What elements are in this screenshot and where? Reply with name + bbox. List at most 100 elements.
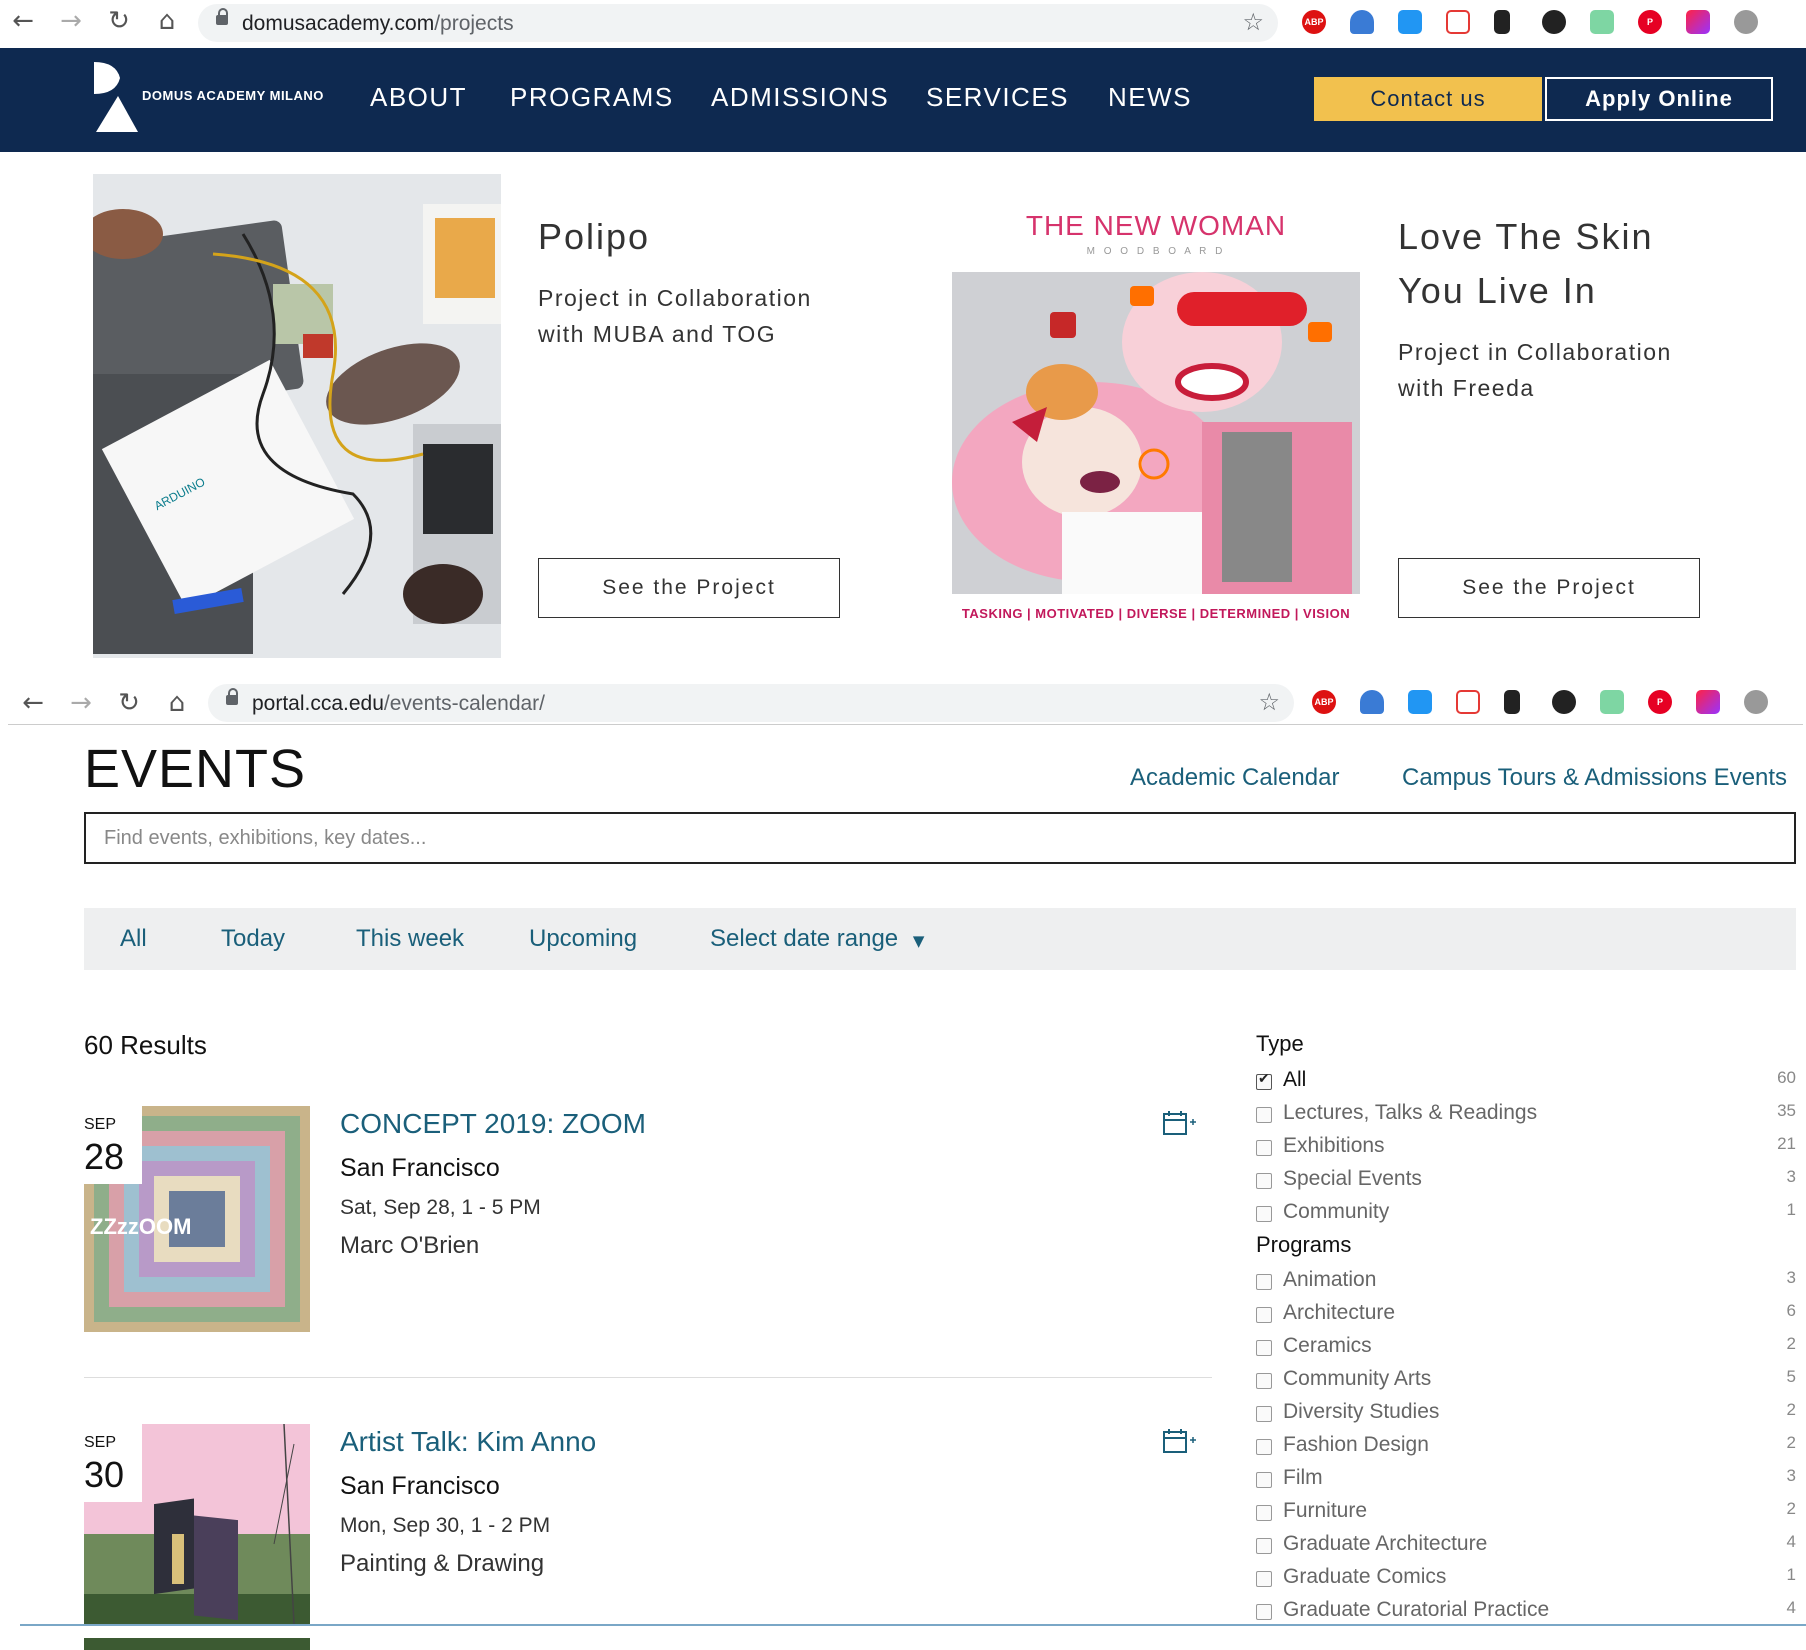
project-title-polipo: Polipo — [538, 216, 651, 257]
type-count: 35 — [1777, 1101, 1796, 1120]
gradient-app-icon[interactable] — [1686, 10, 1710, 34]
bookmark-star-icon[interactable]: ☆ — [1242, 8, 1264, 36]
program-filter[interactable]: Diversity Studies 2 — [1256, 1400, 1796, 1430]
audio-icon[interactable] — [1590, 10, 1614, 34]
event-title[interactable]: CONCEPT 2019: ZOOM — [340, 1108, 646, 1140]
window-icon[interactable] — [1408, 690, 1432, 714]
filter-upcoming[interactable]: Upcoming — [529, 925, 637, 953]
ghost-icon[interactable] — [1360, 690, 1384, 714]
program-filter[interactable]: Graduate Curatorial Practice 4 — [1256, 1598, 1796, 1624]
checkbox[interactable] — [1256, 1406, 1272, 1422]
program-filter[interactable]: Graduate Architecture 4 — [1256, 1532, 1796, 1562]
address-bar[interactable]: domusacademy.com/projects ☆ — [198, 4, 1278, 42]
program-label: Architecture — [1283, 1301, 1396, 1324]
fish-icon[interactable] — [1552, 690, 1576, 714]
home-icon[interactable]: ⌂ — [162, 688, 192, 718]
see-project-button-polipo[interactable]: See the Project — [538, 558, 840, 618]
contact-us-button[interactable]: Contact us — [1314, 77, 1542, 121]
checkbox[interactable] — [1256, 1373, 1272, 1389]
program-filter[interactable]: Furniture 2 — [1256, 1499, 1796, 1529]
tomato-icon[interactable] — [1734, 10, 1758, 34]
polipo-image[interactable]: ARDUINO — [93, 174, 501, 658]
lock-ext-icon[interactable] — [1504, 690, 1520, 714]
reload-icon[interactable]: ↻ — [114, 688, 144, 718]
forward-icon[interactable]: → — [66, 688, 96, 718]
checkbox[interactable] — [1256, 1538, 1272, 1554]
campus-tours-link[interactable]: Campus Tours & Admissions Events — [1402, 764, 1787, 792]
checkbox[interactable] — [1256, 1439, 1272, 1455]
events-search-input[interactable] — [86, 814, 1794, 862]
checkbox[interactable] — [1256, 1107, 1272, 1123]
audio-icon[interactable] — [1600, 690, 1624, 714]
program-filter[interactable]: Graduate Comics 1 — [1256, 1565, 1796, 1595]
add-to-calendar-icon[interactable] — [1163, 1428, 1199, 1454]
project-desc-skin-line1: Project in Collaboration — [1398, 339, 1672, 365]
type-filter-lectures[interactable]: Lectures, Talks & Readings 35 — [1256, 1101, 1796, 1131]
checkbox-checked[interactable] — [1256, 1071, 1272, 1090]
lock-ext-icon[interactable] — [1494, 10, 1510, 34]
zoom-image-text: ZZzzOOM — [90, 1214, 191, 1239]
home-icon[interactable]: ⌂ — [152, 6, 182, 36]
program-label: Ceramics — [1283, 1334, 1372, 1357]
filter-this-week[interactable]: This week — [356, 925, 464, 953]
forward-icon[interactable]: → — [56, 6, 86, 36]
program-filter[interactable]: Architecture 6 — [1256, 1301, 1796, 1331]
tomato-icon[interactable] — [1744, 690, 1768, 714]
checkbox[interactable] — [1256, 1604, 1272, 1620]
domus-logo-icon[interactable] — [92, 62, 140, 132]
bookmark-star-icon[interactable]: ☆ — [1258, 688, 1280, 716]
pocket-icon[interactable] — [1456, 690, 1480, 714]
program-filter[interactable]: Fashion Design 2 — [1256, 1433, 1796, 1463]
checkbox[interactable] — [1256, 1206, 1272, 1222]
back-icon[interactable]: ← — [8, 6, 38, 36]
pinterest-icon[interactable]: P — [1638, 10, 1662, 34]
event-date-badge: SEP 28 — [72, 1106, 142, 1184]
ghost-icon[interactable] — [1350, 10, 1374, 34]
program-filter[interactable]: Community Arts 5 — [1256, 1367, 1796, 1397]
domus-brand[interactable]: DOMUS ACADEMY MILANO — [142, 88, 324, 103]
academic-calendar-link[interactable]: Academic Calendar — [1130, 764, 1339, 792]
nav-services[interactable]: SERVICES — [926, 82, 1069, 113]
checkbox[interactable] — [1256, 1140, 1272, 1156]
new-woman-image[interactable]: THE NEW WOMAN M O O D B O A R D TASKING … — [952, 174, 1360, 658]
gradient-app-icon[interactable] — [1696, 690, 1720, 714]
adblock-icon[interactable]: ABP — [1312, 690, 1336, 714]
address-bar[interactable]: portal.cca.edu/events-calendar/ ☆ — [208, 684, 1294, 722]
window-icon[interactable] — [1398, 10, 1422, 34]
reload-icon[interactable]: ↻ — [104, 6, 134, 36]
checkbox[interactable] — [1256, 1307, 1272, 1323]
nav-about[interactable]: ABOUT — [370, 82, 467, 113]
apply-online-button[interactable]: Apply Online — [1545, 77, 1773, 121]
checkbox[interactable] — [1256, 1274, 1272, 1290]
checkbox[interactable] — [1256, 1571, 1272, 1587]
nav-admissions[interactable]: ADMISSIONS — [711, 82, 889, 113]
checkbox[interactable] — [1256, 1505, 1272, 1521]
nav-programs[interactable]: PROGRAMS — [510, 82, 674, 113]
checkbox[interactable] — [1256, 1173, 1272, 1189]
pocket-icon[interactable] — [1446, 10, 1470, 34]
program-filter[interactable]: Ceramics 2 — [1256, 1334, 1796, 1364]
results-count: 60 Results — [84, 1030, 207, 1060]
type-filter-exhibitions[interactable]: Exhibitions 21 — [1256, 1134, 1796, 1164]
type-filter-all[interactable]: All 60 — [1256, 1068, 1796, 1098]
type-filter-special-events[interactable]: Special Events 3 — [1256, 1167, 1796, 1197]
add-to-calendar-icon[interactable] — [1163, 1110, 1199, 1136]
filter-today[interactable]: Today — [221, 925, 285, 953]
checkbox[interactable] — [1256, 1340, 1272, 1356]
events-search[interactable] — [84, 812, 1796, 864]
domus-header: DOMUS ACADEMY MILANO ABOUT PROGRAMS ADMI… — [0, 48, 1806, 152]
adblock-icon[interactable]: ABP — [1302, 10, 1326, 34]
program-filter[interactable]: Animation 3 — [1256, 1268, 1796, 1298]
program-label: Graduate Curatorial Practice — [1283, 1598, 1550, 1621]
filter-date-range[interactable]: Select date range ▼ — [710, 925, 924, 953]
filter-all[interactable]: All — [120, 925, 147, 953]
fish-icon[interactable] — [1542, 10, 1566, 34]
program-filter[interactable]: Film 3 — [1256, 1466, 1796, 1496]
back-icon[interactable]: ← — [18, 688, 48, 718]
nav-news[interactable]: NEWS — [1108, 82, 1192, 113]
pinterest-icon[interactable]: P — [1648, 690, 1672, 714]
event-title[interactable]: Artist Talk: Kim Anno — [340, 1426, 596, 1458]
see-project-button-skin[interactable]: See the Project — [1398, 558, 1700, 618]
type-filter-community[interactable]: Community 1 — [1256, 1200, 1796, 1230]
checkbox[interactable] — [1256, 1472, 1272, 1488]
